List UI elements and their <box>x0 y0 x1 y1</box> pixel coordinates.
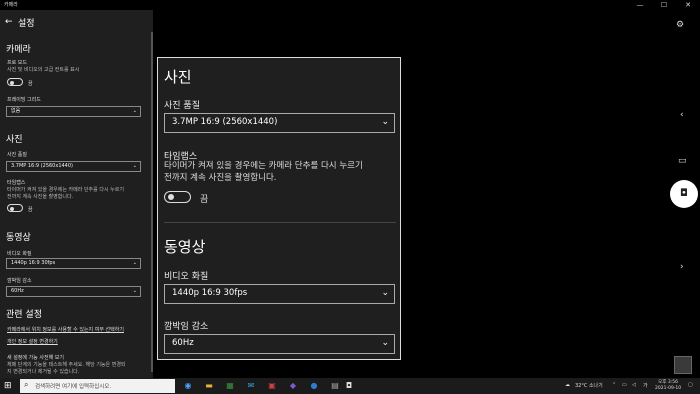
zoom-timelapse-state: 끔 <box>200 195 209 205</box>
camera-icon: ◘ <box>680 188 688 199</box>
location-settings-link[interactable]: 카메라에서 위치 정보를 사용할 수 있는지 여부 선택하기 <box>7 326 124 333</box>
volume-icon[interactable]: ◁ <box>632 382 636 388</box>
back-arrow-icon[interactable]: ← <box>5 17 13 27</box>
zoom-video-quality-dropdown[interactable]: 1440p 16:9 30fps ⌄ <box>164 284 395 304</box>
video-mode-icon[interactable]: ▭ <box>678 156 687 166</box>
video-quality-dropdown[interactable]: 1440p 16:9 30fps ⌄ <box>6 258 141 269</box>
framing-grid-value: 없음 <box>11 108 21 114</box>
video-quality-value: 1440p 16:9 30fps <box>11 260 56 266</box>
app-icon[interactable]: ▣ <box>267 381 277 391</box>
camera-heading: 카메라 <box>6 45 31 55</box>
chevron-down-icon: ⌄ <box>132 163 137 169</box>
preview-features-title: 새 설정에 가능 사전해 보기 <box>7 355 64 361</box>
zoom-timelapse-toggle[interactable] <box>164 191 191 203</box>
zoom-flicker-value: 60Hz <box>172 338 194 348</box>
close-button[interactable]: ✕ <box>680 0 696 10</box>
settings-title: 설정 <box>18 19 35 29</box>
chevron-down-icon: ⌄ <box>381 288 389 298</box>
timelapse-label: 타임랩스 <box>7 180 26 186</box>
search-placeholder: 검색하려면 여기에 입력하십시오. <box>35 384 112 390</box>
network-icon[interactable]: ▭ <box>622 382 627 388</box>
chevron-down-icon: ⌄ <box>132 288 137 294</box>
zoom-flicker-dropdown[interactable]: 60Hz ⌄ <box>164 334 395 354</box>
panel-scrollbar[interactable] <box>151 32 153 372</box>
pro-mode-toggle[interactable] <box>7 78 23 86</box>
app-icon[interactable]: ▤ <box>330 381 340 391</box>
privacy-settings-link[interactable]: 개인 정보 설정 변경하기 <box>7 338 58 345</box>
zoom-photo-quality-dropdown[interactable]: 3.7MP 16:9 (2560x1440) ⌄ <box>164 113 395 133</box>
app-icon[interactable]: ◆ <box>288 381 298 391</box>
video-heading: 동영상 <box>6 233 31 243</box>
zoom-timelapse-desc-line2: 전까지 계속 사진을 촬영합니다. <box>164 173 277 183</box>
chevron-down-icon: ⌄ <box>381 117 389 127</box>
title-bar: 카메라 — ☐ ✕ <box>0 0 700 10</box>
windows-start-icon[interactable]: ⊞ <box>4 381 12 391</box>
minimize-button[interactable]: — <box>632 0 648 10</box>
edge-icon[interactable]: ◉ <box>183 381 193 391</box>
preview-features-desc-line1: 체페 단계의 기능을 테스트해 주세요. 해당 기능은 변경되 <box>7 362 126 368</box>
zoom-video-quality-label: 비디오 화질 <box>164 272 209 282</box>
photo-quality-label: 사진 품질 <box>7 152 27 158</box>
ime-indicator[interactable]: 가 <box>643 382 648 389</box>
camera-app-icon[interactable]: ◘ <box>344 381 354 391</box>
take-photo-button[interactable]: ◘ <box>670 180 698 208</box>
related-settings-heading: 관련 설정 <box>6 310 42 320</box>
timelapse-state: 끔 <box>28 207 33 213</box>
zoom-video-heading: 동영상 <box>164 238 206 256</box>
video-quality-label: 비디오 화질 <box>7 251 32 257</box>
framing-grid-label: 프레이밍 그리드 <box>7 97 41 103</box>
file-explorer-icon[interactable]: ▬ <box>204 381 214 391</box>
settings-panel: ← 설정 카메라 프로 모드 사진 및 비디오의 고급 컨트롤 표시 끔 프레이… <box>0 10 153 378</box>
photo-quality-dropdown[interactable]: 3.7MP 16:9 (2560x1440) ⌄ <box>6 161 141 172</box>
zoom-flicker-label: 깜박임 감소 <box>164 322 209 332</box>
app-title: 카메라 <box>4 2 18 8</box>
app-icon[interactable]: ● <box>309 381 319 391</box>
mail-icon[interactable]: ✉ <box>246 381 256 391</box>
photo-quality-value: 3.7MP 16:9 (2560x1440) <box>11 163 73 169</box>
zoom-photo-heading: 사진 <box>164 68 192 86</box>
zoom-photo-quality-value: 3.7MP 16:9 (2560x1440) <box>172 117 278 127</box>
expand-chevron-icon[interactable]: › <box>680 262 684 272</box>
photo-heading: 사진 <box>6 135 23 145</box>
timelapse-toggle[interactable] <box>7 204 23 212</box>
weather-icon[interactable]: ☁ <box>565 382 570 388</box>
gallery-thumbnail[interactable] <box>674 356 692 374</box>
tray-chevron-icon[interactable]: ⌃ <box>612 382 616 388</box>
app-icon[interactable]: ▦ <box>225 381 235 391</box>
framing-grid-dropdown[interactable]: 없음 ⌄ <box>6 106 141 117</box>
search-icon: ⌕ <box>24 380 29 389</box>
flicker-dropdown[interactable]: 60Hz ⌄ <box>6 286 141 297</box>
timelapse-desc-line2: 전까지 계속 사진을 촬영합니다. <box>7 194 74 200</box>
zoom-timelapse-desc-line1: 타이머가 켜져 있을 경우에는 카메라 단추를 다시 누르기 <box>164 161 363 171</box>
chevron-down-icon: ⌄ <box>132 260 137 266</box>
zoom-photo-quality-label: 사진 품질 <box>164 101 200 111</box>
chevron-down-icon: ⌄ <box>381 338 389 348</box>
flicker-label: 깜박임 감소 <box>7 278 32 284</box>
clock[interactable]: 오후 3:56 2021-09-10 <box>655 380 681 392</box>
taskbar-search-box[interactable]: ⌕ 검색하려면 여기에 입력하십시오. <box>20 379 175 393</box>
pro-mode-state: 끔 <box>28 81 33 87</box>
zoomed-settings-callout: 사진 사진 품질 3.7MP 16:9 (2560x1440) ⌄ 타임랩스 타… <box>157 57 401 360</box>
pro-mode-desc: 사진 및 비디오의 고급 컨트롤 표시 <box>7 67 80 73</box>
maximize-button[interactable]: ☐ <box>656 0 672 10</box>
divider <box>164 222 396 223</box>
flicker-value: 60Hz <box>11 288 24 294</box>
pro-mode-label: 프로 모드 <box>7 60 27 66</box>
notification-icon[interactable]: ▢ <box>688 382 693 388</box>
weather-text[interactable]: 32°C 소나기 <box>575 382 603 389</box>
gear-icon[interactable]: ⚙ <box>676 20 684 30</box>
timelapse-desc-line1: 타이머가 켜져 있을 경우에는 카메라 단추를 다시 누르기 <box>7 187 124 193</box>
chevron-down-icon: ⌄ <box>132 108 137 114</box>
collapse-chevron-icon[interactable]: ‹ <box>680 110 684 120</box>
clock-date: 2021-09-10 <box>655 386 682 391</box>
taskbar: ⊞ ⌕ 검색하려면 여기에 입력하십시오. ◉ ▬ ▦ ✉ ▣ ◆ ● ▤ ◘ … <box>0 378 700 394</box>
preview-features-desc-line2: 지 변경되거나 제거될 수 있습니다. <box>7 369 80 375</box>
camera-app-window: 카메라 — ☐ ✕ ← 설정 카메라 프로 모드 사진 및 비디오의 고급 컨트… <box>0 0 700 394</box>
zoom-video-quality-value: 1440p 16:9 30fps <box>172 288 248 298</box>
